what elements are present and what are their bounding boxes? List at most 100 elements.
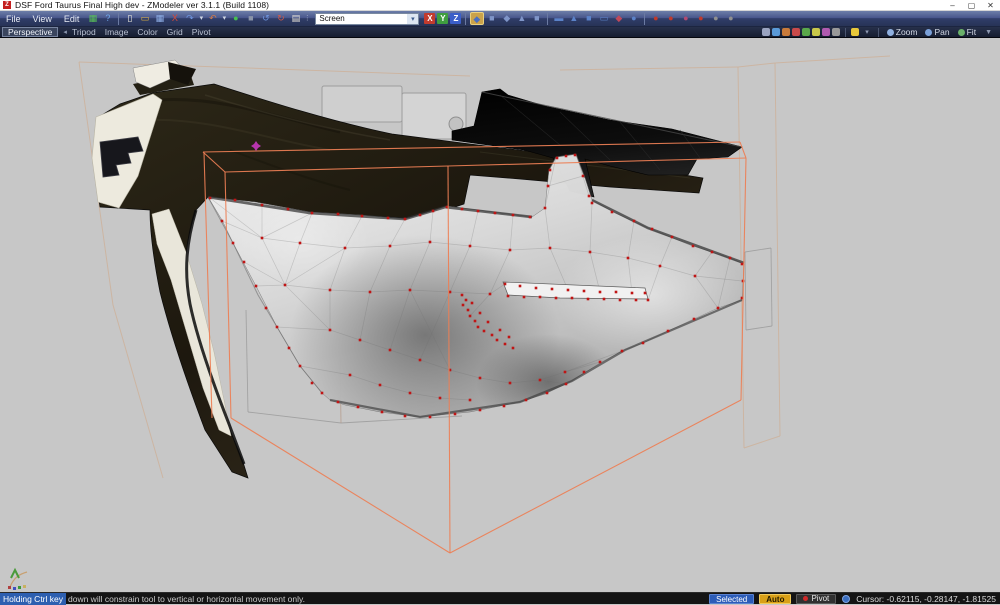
title-bar: Z DSF Ford Taurus Final High dev - ZMode… [0,0,1000,11]
viewport-menu-image[interactable]: Image [105,27,129,37]
viewport-menu-color[interactable]: Color [137,27,157,37]
status-bar: Holding Ctrl key down will constrain too… [0,592,1000,604]
plane-primitive-icon[interactable]: ▭ [597,12,611,25]
minimize-button[interactable]: – [943,0,962,11]
shading-icon[interactable] [762,28,770,36]
pan-icon [925,29,932,36]
rotate-cw-icon[interactable]: ↻ [274,12,288,25]
fit-button[interactable]: Fit [958,27,976,37]
viewport-toggles [761,28,841,36]
status-hint-text: down will constrain tool to vertical or … [66,594,305,604]
light-options-caret[interactable]: ▾ [865,28,869,36]
view-options-icon[interactable] [832,28,840,36]
move-tool-icon[interactable]: ■ [485,12,499,25]
scale-tool-icon[interactable]: ▲ [515,12,529,25]
view-back-arrow[interactable]: ◂ [63,28,67,36]
screen-mode-dropdown[interactable]: Screen ▾ [315,13,419,25]
edge-state-icon[interactable]: ● [664,12,678,25]
viewport-nav-caret[interactable]: ▼ [985,29,992,36]
redo-icon[interactable]: ↷ [183,12,197,25]
material-icon[interactable] [782,28,790,36]
open-folder-icon[interactable]: ▭ [138,12,152,25]
menu-bar: FileViewEdit [0,11,85,27]
wireframe-icon[interactable] [772,28,780,36]
toolbar-separator [465,13,466,25]
dropdown-arrow-icon[interactable]: ▾ [407,14,418,24]
axis-z-button[interactable]: Z [450,13,461,24]
viewport-header-separator [878,28,879,37]
viewport-menu-grid[interactable]: Grid [167,27,183,37]
window-title: DSF Ford Taurus Final High dev - ZModele… [15,0,269,10]
globe-icon[interactable] [842,595,850,603]
viewport-header: Perspective ◂ TripodImageColorGridPivot … [0,27,1000,38]
viewport-menu-pivot[interactable]: Pivot [192,27,211,37]
selection-tools-group: ◆■◆▲■ [469,12,544,25]
cube-primitive-icon[interactable]: ■ [582,12,596,25]
viewport-menu: Tripod Image Color Grid Pivot [72,27,220,37]
rotate-tool-icon[interactable]: ◆ [500,12,514,25]
surface-panel-icon[interactable]: ■ [244,12,258,25]
undo-options-caret[interactable]: ▾ [221,12,228,25]
menu-item-file[interactable]: File [0,11,27,27]
lighting-icon[interactable] [802,28,810,36]
color-swatch-icon[interactable] [822,28,830,36]
select-mode-icon[interactable]: ◆ [470,12,484,25]
delete-icon[interactable]: X [168,12,182,25]
axis-y-button[interactable]: Y [437,13,448,24]
fit-icon [958,29,965,36]
screen-mode-value: Screen [316,14,407,23]
pin-tool-icon[interactable]: ◆ [612,12,626,25]
toolbar-separator [644,13,645,25]
3d-viewport[interactable] [0,38,1000,592]
zoom-button[interactable]: Zoom [887,27,918,37]
save-icon[interactable]: ▦ [153,12,167,25]
vertex-state-icon[interactable]: ● [649,12,663,25]
edge-tool-icon[interactable]: ▬ [552,12,566,25]
light-toggle-icon[interactable] [851,28,859,36]
new-file-icon[interactable]: ▯ [123,12,137,25]
maximize-button[interactable]: ▢ [962,0,981,11]
axis-buttons-group: XYZ [423,13,462,24]
pan-button[interactable]: Pan [925,27,949,37]
texture-icon[interactable] [792,28,800,36]
viewport-menu-tripod[interactable]: Tripod [72,27,96,37]
cursor-coordinates: Cursor: -0.62115, -0.28147, -1.81525 [856,594,996,604]
notes-icon[interactable]: ▤ [289,12,303,25]
auto-mode-button[interactable]: Auto [759,594,791,604]
sphere-primitive-icon[interactable]: ● [627,12,641,25]
axis-x-button[interactable]: X [424,13,435,24]
redo-options-caret[interactable]: ▾ [198,12,205,25]
render-toggle-icon[interactable]: ● [229,12,243,25]
file-operations-group: ▯▭▦X↷▾↶▾●■↺↻▤⋮ [122,12,311,25]
toolbar-separator [547,13,548,25]
hidden-state-icon[interactable]: ● [724,12,738,25]
viewport-nav-buttons: Zoom Pan Fit [883,27,980,37]
view-mode-button[interactable]: Perspective [2,27,58,37]
toolbar-separator [118,13,119,25]
viewport-header-separator [845,28,846,37]
grid-toggle-icon[interactable] [812,28,820,36]
rotate-ccw-icon[interactable]: ↺ [259,12,273,25]
close-button[interactable]: ✕ [981,0,1000,11]
levels-icon[interactable]: ▦ [86,12,100,25]
locked-state-icon[interactable]: ● [709,12,723,25]
menu-item-view[interactable]: View [27,11,58,27]
3d-viewport-scene[interactable] [0,38,1000,592]
main-toolbar: FileViewEdit ▦? ▯▭▦X↷▾↶▾●■↺↻▤⋮ Screen ▾ … [0,11,1000,27]
poly-state-icon[interactable]: ● [679,12,693,25]
axis-tripod-icon [8,570,27,590]
object-state-icon[interactable]: ● [694,12,708,25]
help-icon[interactable]: ? [101,12,115,25]
mirror-tool-icon[interactable]: ■ [530,12,544,25]
toolbar-overflow-icon[interactable]: ⋮ [304,12,311,25]
pivot-mode-button[interactable]: Pivot [796,594,836,604]
quick-icons: ▦? [85,12,115,25]
menu-item-edit[interactable]: Edit [58,11,86,27]
undo-icon[interactable]: ↶ [206,12,220,25]
zoom-icon [887,29,894,36]
geometry-tools-group: ▬▲■▭◆● [551,12,641,25]
selected-mode-button[interactable]: Selected [709,594,754,604]
cone-primitive-icon[interactable]: ▲ [567,12,581,25]
app-icon: Z [3,1,11,9]
status-hint-highlight: Holding Ctrl key [0,593,66,605]
